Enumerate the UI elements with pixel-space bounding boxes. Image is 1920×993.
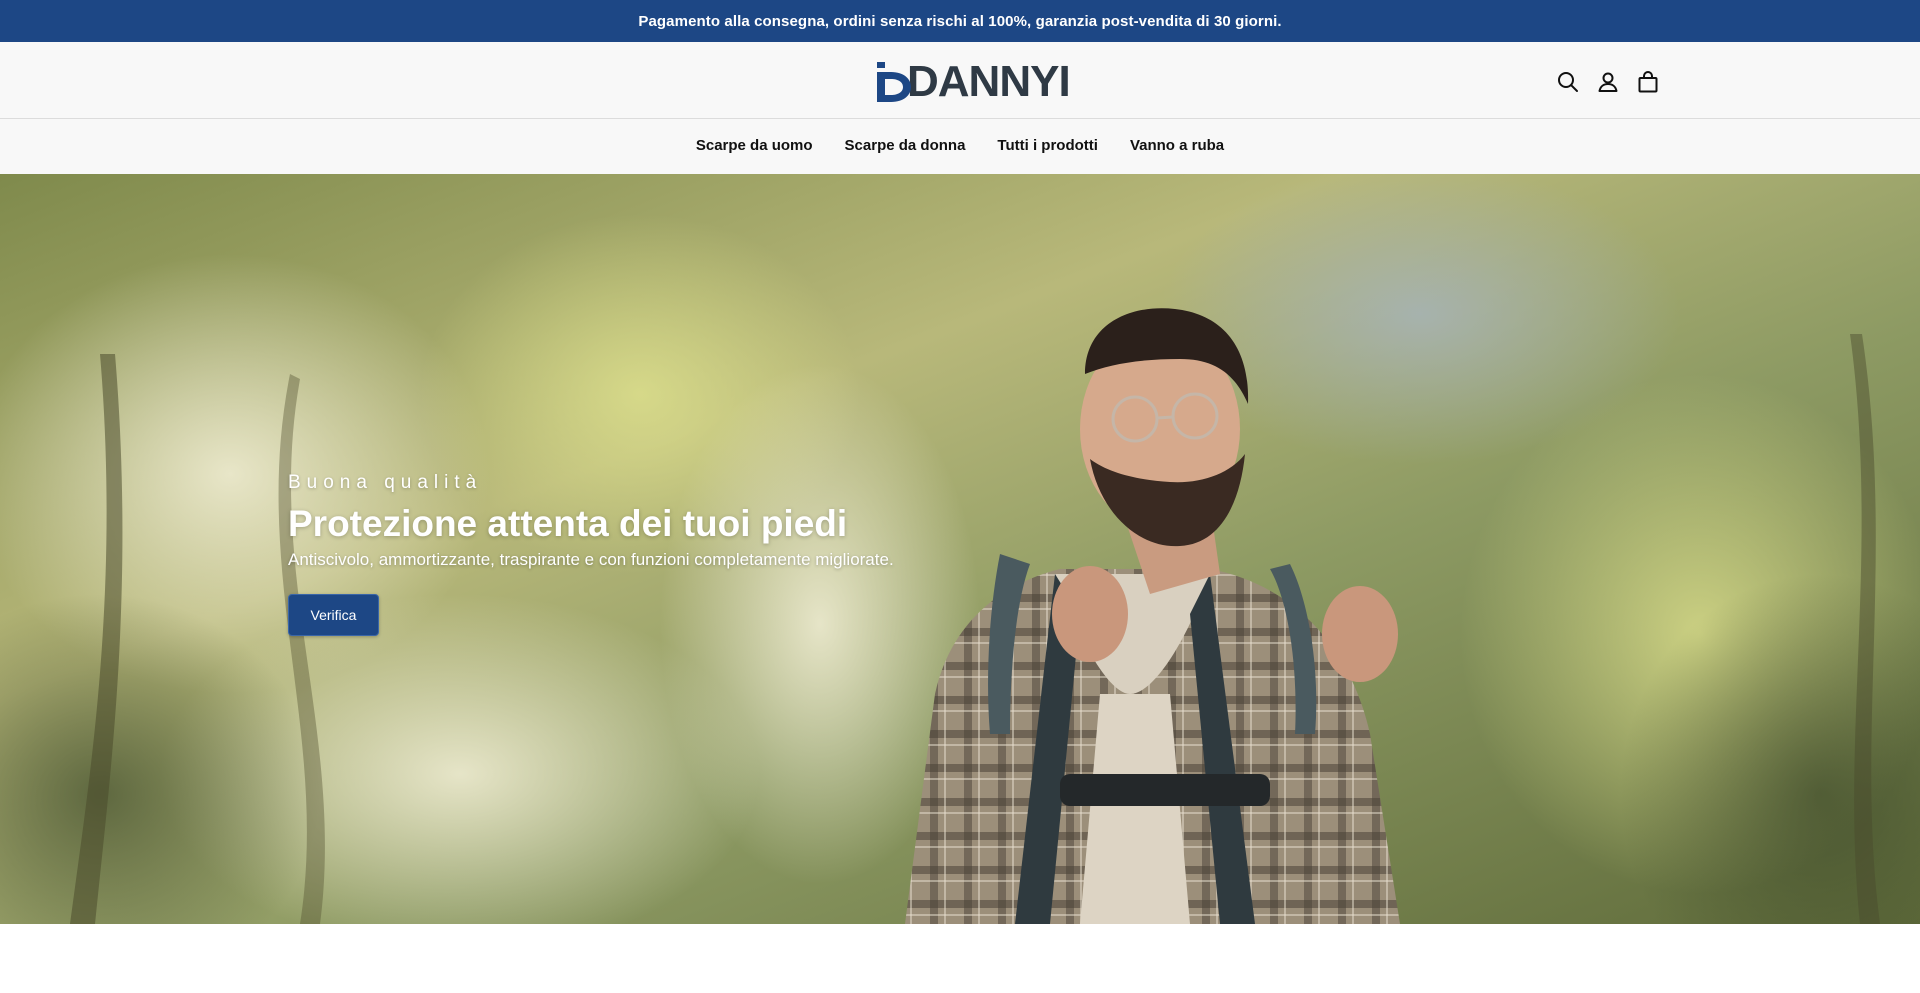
hero-content: Buona qualità Protezione attenta dei tuo… bbox=[288, 472, 894, 636]
announcement-text: Pagamento alla consegna, ordini senza ri… bbox=[638, 12, 1282, 30]
header-actions bbox=[1554, 68, 1662, 96]
hero-title: Protezione attenta dei tuoi piedi bbox=[288, 503, 848, 544]
main-navigation: Scarpe da uomo Scarpe da donna Tutti i p… bbox=[0, 119, 1920, 174]
nav-item-scarpe-donna[interactable]: Scarpe da donna bbox=[845, 137, 966, 156]
nav-item-vanno-a-ruba[interactable]: Vanno a ruba bbox=[1130, 137, 1224, 156]
nav-item-scarpe-uomo[interactable]: Scarpe da uomo bbox=[696, 137, 813, 156]
hero-eyebrow: Buona qualità bbox=[288, 472, 483, 493]
hero-subtitle: Antiscivolo, ammortizzante, traspirante … bbox=[288, 550, 894, 569]
search-icon[interactable] bbox=[1554, 68, 1582, 96]
page-body-start bbox=[0, 924, 1920, 993]
site-header: DANNYI bbox=[0, 42, 1920, 119]
announcement-bar: Pagamento alla consegna, ordini senza ri… bbox=[0, 0, 1920, 42]
logo-mark-icon bbox=[877, 62, 911, 102]
nav-item-tutti-prodotti[interactable]: Tutti i prodotti bbox=[997, 137, 1098, 156]
hero-banner: Buona qualità Protezione attenta dei tuo… bbox=[0, 174, 1920, 924]
account-icon[interactable] bbox=[1594, 68, 1622, 96]
logo-text: DANNYI bbox=[907, 57, 1071, 106]
brand-logo[interactable]: DANNYI bbox=[877, 57, 1071, 106]
verifica-button[interactable]: Verifica bbox=[288, 594, 379, 636]
cart-icon[interactable] bbox=[1634, 68, 1662, 96]
